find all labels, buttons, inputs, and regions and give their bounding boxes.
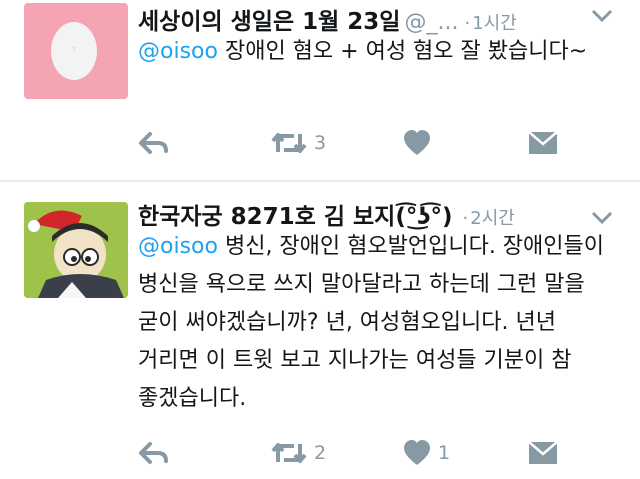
retweet-button[interactable]: 3: [270, 126, 326, 160]
retweet-button[interactable]: 2: [270, 436, 326, 470]
like-icon: [404, 440, 430, 465]
direct-message-icon: [528, 441, 558, 464]
direct-message-button[interactable]: [528, 436, 558, 470]
separator-dot: ·: [462, 208, 469, 229]
mention-link[interactable]: @oisoo: [138, 39, 218, 64]
mention-link[interactable]: @oisoo: [138, 234, 218, 259]
avatar[interactable]: ?: [24, 3, 128, 99]
tweet-body: 병신, 장애인 혐오발언입니다. 장애인들이 병신을 욕으로 쓰지 말아달라고 …: [138, 234, 605, 411]
direct-message-button[interactable]: [528, 126, 558, 160]
separator-dot: ·: [464, 13, 471, 34]
reply-button[interactable]: [138, 126, 170, 160]
retweet-count: 3: [314, 132, 327, 154]
tweet-header: 한국자궁 8271호 김 보지(͡°͜ʖ͡°) · 2시간: [138, 197, 616, 231]
tweet[interactable]: 한국자궁 8271호 김 보지(͡°͜ʖ͡°) · 2시간 @oisoo 병신, 장…: [0, 182, 640, 479]
reply-icon: [139, 442, 168, 464]
retweet-count: 2: [314, 442, 327, 464]
tweet-actions: 3: [138, 126, 578, 160]
reply-icon: [139, 132, 168, 154]
direct-message-icon: [528, 131, 558, 154]
author-handle[interactable]: @_...: [404, 10, 458, 35]
tweet[interactable]: ? 세상이의 생일은 1월 23일 @_... · 1시간 @oisoo 장애인 혐오…: [0, 0, 640, 180]
tweet-header: 세상이의 생일은 1월 23일 @_... · 1시간: [138, 2, 616, 36]
timestamp[interactable]: 2시간: [470, 208, 515, 229]
timestamp[interactable]: 1시간: [472, 13, 517, 34]
like-button[interactable]: [402, 126, 438, 160]
author-name[interactable]: 한국자궁 8271호 김 보지(͡°͜ʖ͡°): [138, 204, 453, 230]
like-count: 1: [438, 442, 451, 464]
retweet-icon: [271, 133, 307, 153]
svg-text:?: ?: [73, 47, 76, 53]
tweet-body: 장애인 혐오 + 여성 혐오 잘 봤습니다~: [217, 39, 588, 64]
retweet-icon: [271, 443, 307, 463]
author-name[interactable]: 세상이의 생일은 1월 23일: [138, 9, 400, 35]
like-icon: [404, 130, 430, 155]
reply-button[interactable]: [138, 436, 170, 470]
tweet-text: @oisoo 병신, 장애인 혐오발언입니다. 장애인들이 병신을 욕으로 쓰지…: [138, 228, 622, 418]
like-button[interactable]: 1: [402, 436, 450, 470]
tweet-text: @oisoo 장애인 혐오 + 여성 혐오 잘 봤습니다~: [138, 33, 622, 71]
avatar[interactable]: [24, 202, 128, 298]
chevron-down-icon[interactable]: [590, 8, 618, 36]
tweet-actions: 2 1: [138, 436, 578, 470]
